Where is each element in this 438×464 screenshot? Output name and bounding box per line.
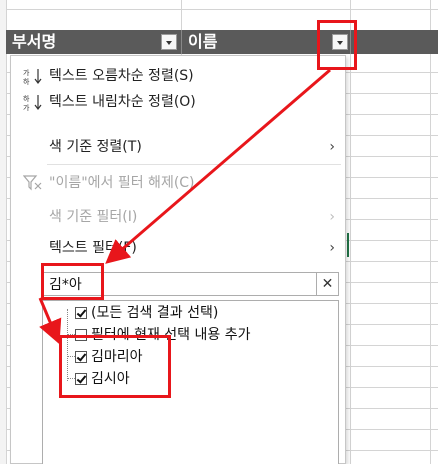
annotation-arrow-to-search xyxy=(105,68,331,264)
annotation-arrow-to-results xyxy=(38,297,62,345)
annotation-arrows xyxy=(38,68,331,345)
